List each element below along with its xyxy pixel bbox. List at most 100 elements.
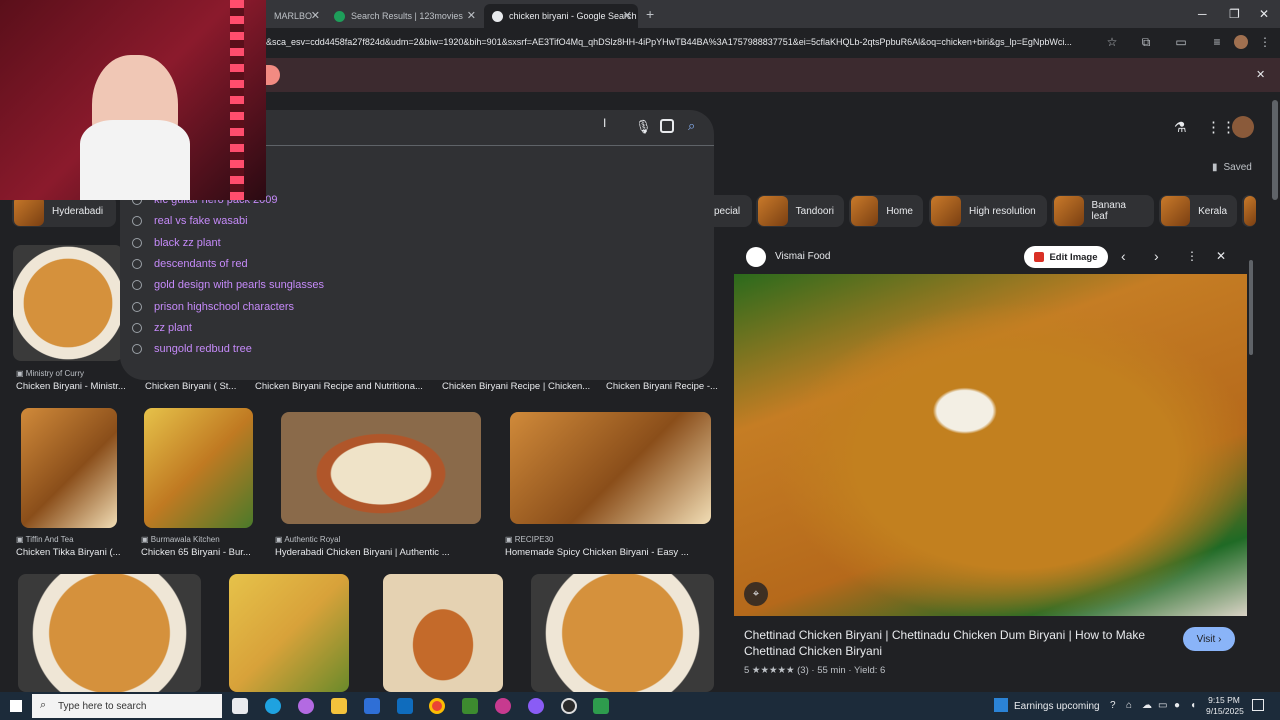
- result-caption[interactable]: Chicken 65 Biryani - Bur...: [141, 547, 253, 558]
- suggestion-item[interactable]: prison highschool characters: [132, 297, 294, 317]
- chip-home[interactable]: Home: [849, 195, 923, 227]
- restore-icon[interactable]: ❐: [1229, 7, 1240, 21]
- result-caption[interactable]: Homemade Spicy Chicken Biryani - Easy ..…: [505, 547, 715, 558]
- result-image[interactable]: [531, 574, 714, 692]
- result-image[interactable]: [13, 245, 123, 361]
- result-image[interactable]: [510, 412, 711, 524]
- system-clock[interactable]: 9:15 PM 9/15/2025: [1206, 695, 1244, 717]
- result-image[interactable]: [144, 408, 253, 528]
- next-arrow-icon[interactable]: ›: [1154, 248, 1159, 264]
- notifications-icon[interactable]: [1252, 699, 1264, 711]
- more-options-icon[interactable]: ⋮: [1186, 249, 1198, 263]
- result-image[interactable]: [18, 574, 201, 692]
- close-icon[interactable]: ✕: [311, 9, 320, 22]
- panel-scrollbar[interactable]: [1249, 260, 1253, 355]
- copilot-icon[interactable]: [298, 698, 314, 714]
- preview-title[interactable]: Chettinad Chicken Biryani | Chettinadu C…: [744, 627, 1169, 659]
- minecraft-icon[interactable]: [462, 698, 478, 714]
- saved-label: Saved: [1223, 162, 1252, 173]
- result-caption[interactable]: Chicken Biryani Recipe -...: [606, 381, 718, 392]
- account-avatar[interactable]: [1232, 116, 1254, 138]
- store-icon[interactable]: [364, 698, 380, 714]
- cloud-icon[interactable]: ☁: [1142, 700, 1152, 711]
- address-bar[interactable]: &sca_esv=cdd4458fa27f824d&udm=2&biw=1920…: [266, 37, 1106, 47]
- chrome-icon[interactable]: [429, 698, 445, 714]
- chip-high-resolution[interactable]: High resolution: [929, 195, 1047, 227]
- chip-kerala[interactable]: Kerala: [1159, 195, 1237, 227]
- app-icon[interactable]: [495, 698, 511, 714]
- chip-label: Home: [886, 205, 913, 217]
- chip-special[interactable]: pecial: [714, 195, 752, 227]
- edge-icon[interactable]: [265, 698, 281, 714]
- result-image[interactable]: [383, 574, 503, 692]
- file-explorer-icon[interactable]: [331, 698, 347, 714]
- result-caption[interactable]: Chicken Tikka Biryani (...: [16, 547, 126, 558]
- page-scrollbar[interactable]: [1272, 100, 1278, 200]
- suggestion-item[interactable]: real vs fake wasabi: [132, 211, 248, 231]
- close-icon[interactable]: ✕: [467, 9, 476, 22]
- menu-icon[interactable]: ⋮: [1258, 35, 1272, 49]
- app-icon[interactable]: [528, 698, 544, 714]
- suggestion-item[interactable]: black zz plant: [132, 233, 221, 253]
- lens-search-icon[interactable]: ⌖: [744, 582, 768, 606]
- mic-icon[interactable]: ●: [1174, 700, 1180, 711]
- news-widget-text[interactable]: Earnings upcoming: [1014, 701, 1100, 712]
- result-image[interactable]: [21, 408, 117, 528]
- previous-arrow-icon[interactable]: ‹: [1121, 248, 1126, 264]
- chip-thumbnail: [1054, 196, 1084, 226]
- labs-flask-icon[interactable]: ⚗: [1174, 119, 1187, 136]
- bookmark-star-icon[interactable]: ☆: [1105, 35, 1119, 49]
- result-caption[interactable]: Chicken Biryani - Ministr...: [16, 381, 128, 392]
- app-icon[interactable]: [561, 698, 577, 714]
- lens-camera-icon[interactable]: [660, 119, 674, 133]
- info-bar-close-icon[interactable]: ✕: [1256, 68, 1265, 81]
- outlook-icon[interactable]: [397, 698, 413, 714]
- task-view-icon[interactable]: [232, 698, 248, 714]
- minimize-icon[interactable]: ─: [1198, 7, 1207, 21]
- chip-tandoori[interactable]: Tandoori: [756, 195, 844, 227]
- result-caption[interactable]: Chicken Biryani ( St...: [145, 381, 245, 392]
- volume-icon[interactable]: ◖: [1190, 700, 1196, 711]
- chip-overflow[interactable]: [1242, 195, 1256, 227]
- suggestion-item[interactable]: gold design with pearls sunglasses: [132, 275, 324, 295]
- tab-marlboro[interactable]: MARLBO ✕: [266, 4, 326, 28]
- clock-time: 9:15 PM: [1208, 695, 1240, 705]
- extensions-icon[interactable]: ⧉: [1139, 35, 1153, 49]
- result-caption[interactable]: Chicken Biryani Recipe and Nutritiona...: [255, 381, 430, 392]
- display-icon[interactable]: ▭: [1158, 700, 1167, 711]
- sidepanel-icon[interactable]: ▭: [1174, 35, 1188, 49]
- chip-banana-leaf[interactable]: Banana leaf: [1052, 195, 1154, 227]
- edit-image-button[interactable]: Edit Image: [1024, 246, 1108, 268]
- news-widget-icon[interactable]: [994, 698, 1008, 712]
- saved-link[interactable]: ▮ Saved: [1212, 162, 1252, 173]
- result-image[interactable]: [229, 574, 349, 692]
- network-icon[interactable]: ⌂: [1126, 700, 1132, 711]
- chip-label: Tandoori: [795, 205, 834, 217]
- windows-start-icon[interactable]: [10, 700, 22, 712]
- visit-button[interactable]: Visit ›: [1183, 627, 1235, 651]
- app-icon[interactable]: [593, 698, 609, 714]
- source-logo: [746, 247, 766, 267]
- close-panel-icon[interactable]: ✕: [1216, 249, 1226, 263]
- result-image[interactable]: [281, 412, 481, 524]
- search-icon[interactable]: ⌕: [688, 118, 695, 134]
- help-icon[interactable]: ?: [1110, 700, 1116, 711]
- window-close-icon[interactable]: ✕: [1259, 7, 1269, 21]
- result-caption[interactable]: Hyderabadi Chicken Biryani | Authentic .…: [275, 547, 485, 558]
- suggestion-item[interactable]: descendants of red: [132, 254, 248, 274]
- close-icon[interactable]: ✕: [623, 9, 632, 22]
- result-caption[interactable]: Chicken Biryani Recipe | Chicken...: [442, 381, 592, 392]
- taskbar-search-input[interactable]: ⌕ Type here to search: [32, 694, 222, 718]
- streamer-shoulders: [80, 120, 190, 200]
- new-tab-icon[interactable]: +: [646, 6, 654, 22]
- suggestion-item[interactable]: sungold redbud tree: [132, 339, 252, 359]
- preview-image[interactable]: [734, 274, 1247, 616]
- microphone-icon[interactable]: 🎙: [635, 119, 652, 135]
- profile-avatar[interactable]: [1234, 35, 1248, 49]
- chip-thumbnail: [758, 196, 788, 226]
- reading-list-icon[interactable]: ≡: [1210, 35, 1224, 49]
- tab-google-search[interactable]: chicken biryani - Google Search ✕: [484, 4, 638, 28]
- panel-source[interactable]: Vismai Food: [775, 251, 830, 262]
- suggestion-item[interactable]: zz plant: [132, 318, 192, 338]
- tab-123movies[interactable]: Search Results | 123movies ✕: [326, 4, 482, 28]
